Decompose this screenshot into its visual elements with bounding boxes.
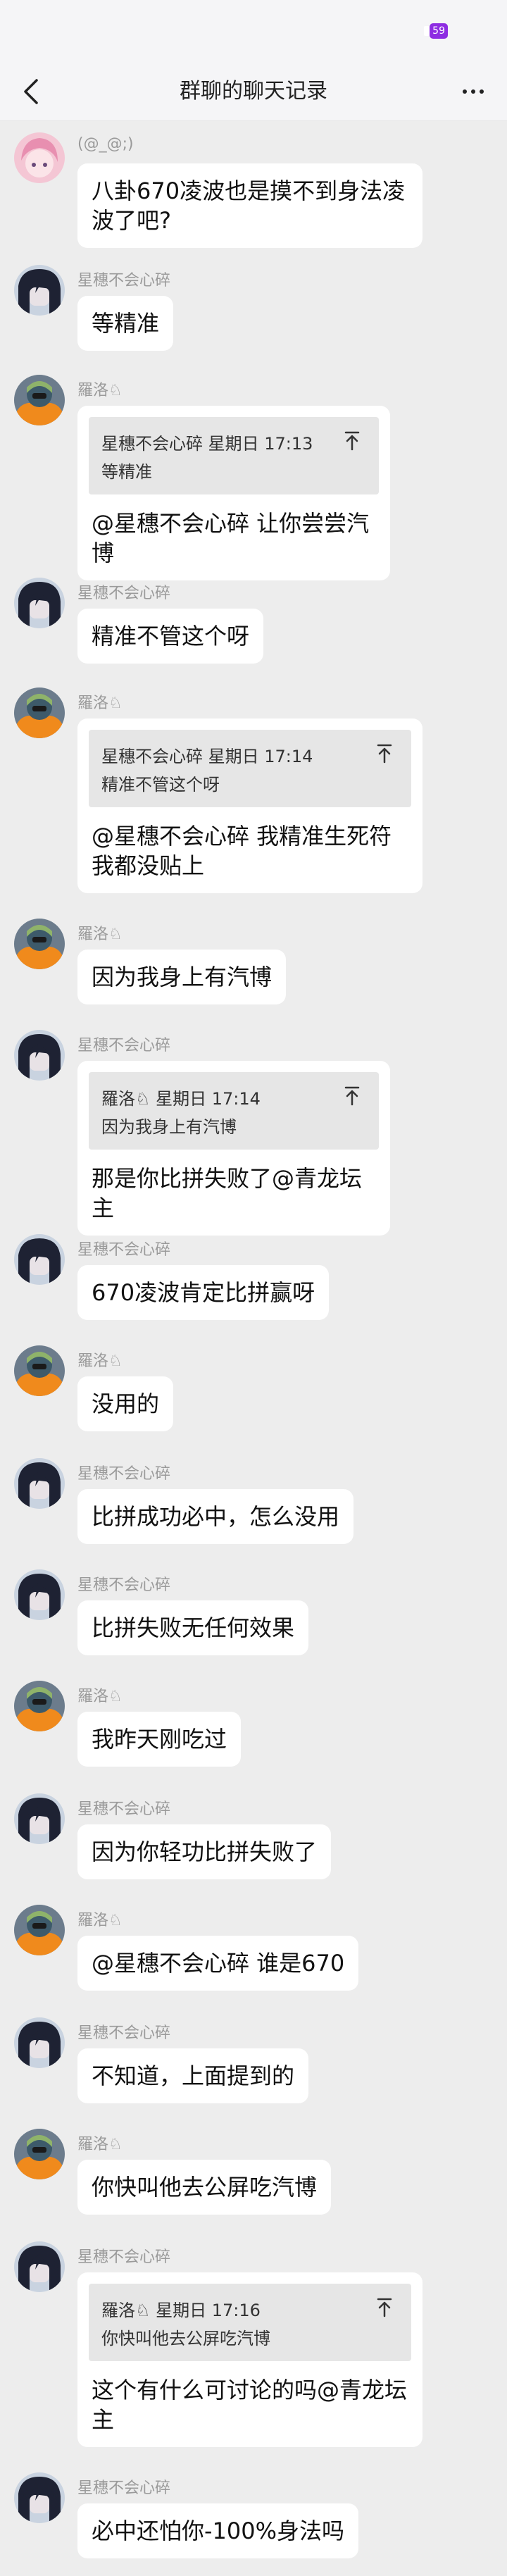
jump-to-original-icon[interactable]	[344, 1086, 361, 1106]
more-dots-icon	[463, 89, 467, 94]
quote-text: 你快叫他去公屏吃汽博	[101, 2329, 270, 2348]
sender-name: (@_@;)	[77, 135, 134, 153]
sender-name: 羅洛♘	[77, 1352, 123, 1370]
quote-header: 星穗不会心碎 星期日 17:13	[101, 434, 313, 454]
message-bubble[interactable]: 精准不管这个呀	[77, 609, 264, 664]
message-text: @星穗不会心碎 让你尝尝汽博	[92, 510, 370, 566]
message-text: @星穗不会心碎 我精准生死符我都没贴上	[92, 823, 392, 879]
message-bubble[interactable]: 我昨天刚吃过	[77, 1712, 242, 1767]
avatar[interactable]	[14, 1345, 65, 1396]
avatar-dark-hair-icon	[14, 578, 65, 628]
sender-name: 星穗不会心碎	[77, 272, 171, 290]
avatar[interactable]	[14, 2472, 65, 2523]
avatar[interactable]	[14, 2241, 65, 2292]
message-bubble[interactable]: 等精准	[77, 296, 174, 351]
sender-name: 星穗不会心碎	[77, 1037, 171, 1054]
avatar-orange-helmet-icon	[14, 919, 65, 969]
message-bubble[interactable]: 羅洛♘ 星期日 17:14 因为我身上有汽博 那是你比拼失败了@青龙坛主	[77, 1061, 390, 1236]
quote-text: 精准不管这个呀	[101, 775, 220, 795]
avatar[interactable]	[14, 375, 65, 425]
avatar-dark-hair-icon	[14, 2472, 65, 2523]
avatar-dark-hair-icon	[14, 1458, 65, 1509]
message-bubble[interactable]: 八卦670凌波也是摸不到身法凌波了吧?	[77, 163, 423, 248]
sender-name: 星穗不会心碎	[77, 1465, 171, 1483]
quote-header: 羅洛♘ 星期日 17:14	[101, 1089, 261, 1109]
quoted-message[interactable]: 羅洛♘ 星期日 17:16 你快叫他去公屏吃汽博	[89, 2284, 411, 2361]
title-bar: 群聊的聊天记录	[0, 62, 507, 121]
avatar[interactable]	[14, 1030, 65, 1081]
sender-name: 羅洛♘	[77, 2136, 123, 2153]
sender-name: 羅洛♘	[77, 382, 123, 399]
avatar[interactable]	[14, 1793, 65, 1844]
jump-to-original-icon[interactable]	[344, 431, 361, 451]
sender-name: 星穗不会心碎	[77, 2248, 171, 2266]
avatar[interactable]	[14, 1681, 65, 1731]
avatar[interactable]	[14, 1458, 65, 1509]
message-bubble[interactable]: 比拼失败无任何效果	[77, 1600, 309, 1655]
avatar-dark-hair-icon	[14, 2241, 65, 2292]
message-bubble[interactable]: 星穗不会心碎 星期日 17:14 精准不管这个呀 @星穗不会心碎 我精准生死符我…	[77, 718, 423, 893]
avatar-dark-hair-icon	[14, 265, 65, 316]
sender-name: 羅洛♘	[77, 926, 123, 943]
message-bubble[interactable]: @星穗不会心碎 谁是670	[77, 1936, 359, 1991]
message-bubble[interactable]: 因为你轻功比拼失败了	[77, 1824, 332, 1879]
message-bubble[interactable]: 没用的	[77, 1376, 174, 1431]
quoted-message[interactable]: 羅洛♘ 星期日 17:14 因为我身上有汽博	[89, 1072, 379, 1150]
jump-to-original-icon[interactable]	[376, 2298, 393, 2317]
message-text: 那是你比拼失败了@青龙坛主	[92, 1165, 363, 1221]
quote-text: 因为我身上有汽博	[101, 1117, 237, 1137]
avatar-dark-hair-icon	[14, 1234, 65, 1285]
more-button[interactable]	[456, 79, 490, 104]
message-bubble[interactable]: 你快叫他去公屏吃汽博	[77, 2160, 332, 2215]
sender-name: 星穗不会心碎	[77, 1576, 171, 1594]
avatar-dark-hair-icon	[14, 1569, 65, 1620]
avatar[interactable]	[14, 132, 65, 183]
sender-name: 星穗不会心碎	[77, 2024, 171, 2042]
sender-name: 星穗不会心碎	[77, 2479, 171, 2497]
jump-to-original-icon[interactable]	[376, 744, 393, 764]
sender-name: 星穗不会心碎	[77, 1800, 171, 1818]
sender-name: 星穗不会心碎	[77, 585, 171, 602]
message-bubble[interactable]: 星穗不会心碎 星期日 17:13 等精准 @星穗不会心碎 让你尝尝汽博	[77, 406, 390, 580]
avatar-orange-helmet-icon	[14, 1681, 65, 1731]
quote-header: 羅洛♘ 星期日 17:16	[101, 2301, 261, 2320]
battery-indicator: 59	[424, 23, 448, 39]
message-bubble[interactable]: 因为我身上有汽博	[77, 950, 287, 1004]
avatar-orange-helmet-icon	[14, 2129, 65, 2179]
avatar-orange-helmet-icon	[14, 1345, 65, 1396]
page-title: 群聊的聊天记录	[180, 79, 327, 104]
message-bubble[interactable]: 必中还怕你-100%身法吗	[77, 2503, 359, 2558]
sender-name: 羅洛♘	[77, 1912, 123, 1929]
avatar[interactable]	[14, 919, 65, 969]
avatar[interactable]	[14, 265, 65, 316]
sender-name: 星穗不会心碎	[77, 1241, 171, 1259]
avatar[interactable]	[14, 1569, 65, 1620]
avatar-dark-hair-icon	[14, 1793, 65, 1844]
message-bubble[interactable]: 670凌波肯定比拼赢呀	[77, 1265, 330, 1320]
message-bubble[interactable]: 羅洛♘ 星期日 17:16 你快叫他去公屏吃汽博 这个有什么可讨论的吗@青龙坛主	[77, 2272, 423, 2447]
sender-name: 羅洛♘	[77, 695, 123, 712]
avatar[interactable]	[14, 2017, 65, 2068]
avatar[interactable]	[14, 578, 65, 628]
avatar[interactable]	[14, 1905, 65, 1955]
avatar-orange-helmet-icon	[14, 1905, 65, 1955]
message-bubble[interactable]: 不知道，上面提到的	[77, 2048, 309, 2103]
avatar-dark-hair-icon	[14, 2017, 65, 2068]
avatar[interactable]	[14, 687, 65, 738]
avatar[interactable]	[14, 1234, 65, 1285]
status-bar: 59	[0, 0, 507, 62]
sender-name: 羅洛♘	[77, 1688, 123, 1705]
avatar-orange-helmet-icon	[14, 375, 65, 425]
quoted-message[interactable]: 星穗不会心碎 星期日 17:14 精准不管这个呀	[89, 730, 411, 807]
quote-text: 等精准	[101, 462, 152, 482]
quote-header: 星穗不会心碎 星期日 17:14	[101, 747, 313, 766]
avatar-pink-hair-icon	[14, 132, 65, 183]
message-text: 这个有什么可讨论的吗@青龙坛主	[92, 2377, 408, 2433]
quoted-message[interactable]: 星穗不会心碎 星期日 17:13 等精准	[89, 417, 379, 494]
avatar-dark-hair-icon	[14, 1030, 65, 1081]
avatar[interactable]	[14, 2129, 65, 2179]
avatar-orange-helmet-icon	[14, 687, 65, 738]
message-bubble[interactable]: 比拼成功必中，怎么没用	[77, 1489, 354, 1544]
